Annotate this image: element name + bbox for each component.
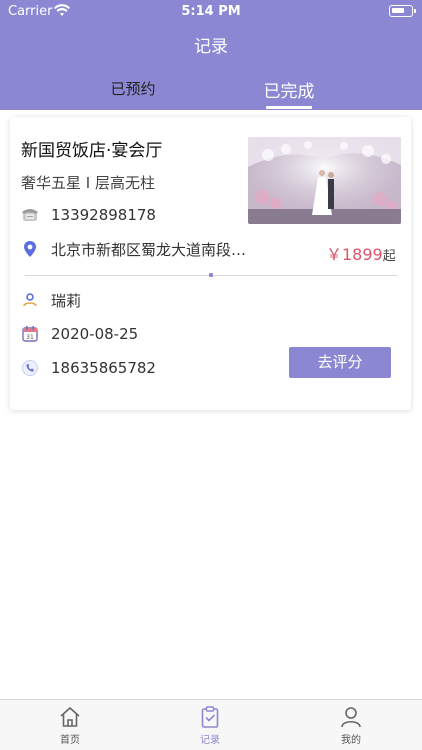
clipboard-check-icon <box>201 706 219 728</box>
price: ￥1899起 <box>326 241 396 265</box>
price-value: ￥1899 <box>326 245 383 264</box>
phone-icon <box>22 360 38 376</box>
appointment-date: 2020-08-25 <box>51 325 139 343</box>
svg-text:31: 31 <box>26 334 34 341</box>
venue-photo <box>248 137 401 224</box>
tabbar-item-home[interactable]: 首页 <box>30 706 110 746</box>
active-tab-indicator <box>266 106 312 109</box>
date-row: 31 2020-08-25 <box>21 323 138 345</box>
price-suffix: 起 <box>382 249 396 264</box>
status-time: 5:14 PM <box>181 4 241 19</box>
contact-phone-row: 18635865782 <box>21 357 156 379</box>
contact-name: 瑞莉 <box>51 291 82 310</box>
tabbar-label-records: 记录 <box>200 735 220 746</box>
contact-phone: 18635865782 <box>51 359 156 377</box>
home-icon <box>60 707 80 727</box>
tab-booked[interactable]: 已预约 <box>73 78 193 99</box>
divider-dot <box>209 273 213 277</box>
telephone-icon <box>22 209 38 221</box>
venue-address: 北京市新都区蜀龙大道南段… <box>51 240 247 259</box>
venue-phone-row: 13392898178 <box>21 204 156 226</box>
tab-completed[interactable]: 已完成 <box>229 77 349 102</box>
tabbar-item-records[interactable]: 记录 <box>170 706 250 746</box>
venue-phone: 13392898178 <box>51 206 156 224</box>
header: Carrier 5:14 PM 记录 已预约 已完成 <box>0 0 422 110</box>
rate-button[interactable]: 去评分 <box>289 347 391 378</box>
status-bar: Carrier 5:14 PM <box>0 0 422 24</box>
venue-tags: 奢华五星 I 层高无柱 <box>21 174 155 192</box>
person-icon <box>23 293 37 307</box>
venue-name: 新国贸饭店·宴会厅 <box>21 141 163 161</box>
calendar-icon: 31 <box>22 326 38 342</box>
tabbar-label-home: 首页 <box>60 735 80 746</box>
location-pin-icon <box>24 241 36 257</box>
contact-row: 瑞莉 <box>21 289 81 311</box>
tabbar-item-mine[interactable]: 我的 <box>311 706 391 746</box>
page-title: 记录 <box>194 37 228 57</box>
person-icon <box>341 707 361 728</box>
tabbar-label-mine: 我的 <box>341 735 361 746</box>
battery-icon <box>389 5 416 17</box>
record-card[interactable]: 新国贸饭店·宴会厅 奢华五星 I 层高无柱 13392898178 北京市新都区… <box>10 117 411 410</box>
bottom-tab-bar: 首页 记录 我的 <box>0 699 422 750</box>
address-row: 北京市新都区蜀龙大道南段… <box>21 238 246 260</box>
